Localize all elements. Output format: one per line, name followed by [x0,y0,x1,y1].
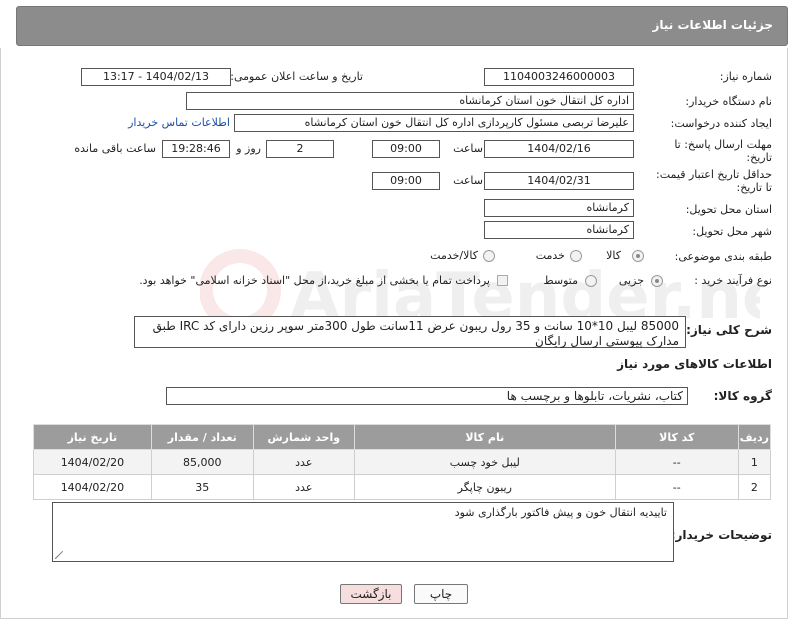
col-header-unit: واحد شمارش [252,424,355,450]
cell-row-number: 1 [737,449,772,475]
buyer-notes-label: توضیحات خریدار: [670,528,772,542]
category-radio-both[interactable] [483,250,495,262]
days-remaining-field: 2 [266,140,334,158]
cell-unit: عدد [252,449,355,475]
table-row: 2 -- ریبون چاپگر عدد 35 1404/02/20 [33,474,772,500]
col-header-goods-name: نام کالا [353,424,616,450]
cell-row-number: 2 [737,474,772,500]
validity-time-label: ساعت [453,174,483,187]
days-label: روز و [236,142,261,155]
purchase-type-label: نوع فرآیند خرید : [694,274,772,287]
validity-date-field: 1404/02/31 [484,172,634,190]
need-number-label: شماره نیاز: [719,70,772,83]
panel-header: جزئیات اطلاعات نیاز [16,6,788,46]
cell-need-date: 1404/02/20 [33,474,152,500]
buyer-notes-text: تاییدیه انتقال خون و پیش فاکتور بارگذاری… [454,506,667,519]
resize-grip-icon[interactable] [55,551,63,559]
general-desc-text: 85000 لیبل 10*10 سانت و 35 رول ریبون عرض… [152,319,679,348]
cell-goods-code: -- [614,474,739,500]
category-option-both: کالا/خدمت [430,249,478,262]
cell-quantity: 85,000 [150,449,254,475]
goods-table: ردیف کد کالا نام کالا واحد شمارش تعداد /… [33,424,772,500]
province-label: استان محل تحویل: [685,203,772,216]
col-header-need-date: تاریخ نیاز [33,424,152,450]
goods-group-label: گروه کالا: [713,389,772,403]
print-button[interactable]: چاپ [414,584,468,604]
purchase-option-minor: جزیی [618,274,644,287]
remaining-time-label: ساعت باقی مانده [74,142,156,155]
deadline-time-field: 09:00 [372,140,440,158]
category-radio-service[interactable] [570,250,582,262]
announce-datetime-label: تاریخ و ساعت اعلان عمومی: [230,70,363,83]
requester-label: ایجاد کننده درخواست: [670,117,772,130]
general-desc-label: شرح کلی نیاز: [686,323,772,337]
purchase-radio-medium[interactable] [585,275,597,287]
validity-label-2: تا تاریخ: [736,181,772,194]
deadline-label-1: مهلت ارسال پاسخ: تا [674,138,772,151]
purchase-radio-minor[interactable] [651,275,663,287]
city-label: شهر محل تحویل: [692,225,772,238]
buyer-org-label: نام دستگاه خریدار: [685,95,772,108]
goods-info-title: اطلاعات کالاهای مورد نیاز [617,357,772,371]
buyer-notes-box: تاییدیه انتقال خون و پیش فاکتور بارگذاری… [52,502,674,562]
treasury-payment-note: پرداخت تمام یا بخشی از مبلغ خرید،از محل … [139,274,490,287]
general-desc-box: 85000 لیبل 10*10 سانت و 35 رول ریبون عرض… [134,316,686,348]
cell-goods-name: لیبل خود چسب [353,449,616,475]
cell-unit: عدد [252,474,355,500]
cell-quantity: 35 [150,474,254,500]
col-header-quantity: تعداد / مقدار [150,424,254,450]
province-field: کرمانشاه [484,199,634,217]
cell-goods-code: -- [614,449,739,475]
table-row: 1 -- لیبل خود چسب عدد 85,000 1404/02/20 [33,449,772,475]
category-option-goods: کالا [606,249,621,262]
buyer-org-field: اداره کل انتقال خون استان کرمانشاه [186,92,634,110]
announce-datetime-field: 1404/02/13 - 13:17 [81,68,231,86]
category-radio-goods[interactable] [632,250,644,262]
cell-goods-name: ریبون چاپگر [353,474,616,500]
treasury-payment-checkbox[interactable] [497,275,508,286]
validity-label-1: حداقل تاریخ اعتبار قیمت: [656,168,772,181]
buyer-contact-link[interactable]: اطلاعات تماس خریدار [128,116,230,129]
deadline-date-field: 1404/02/16 [484,140,634,158]
category-option-service: خدمت [535,249,565,262]
deadline-label-2: تاریخ: [746,151,772,164]
table-header-row: ردیف کد کالا نام کالا واحد شمارش تعداد /… [33,424,772,450]
need-number-field: 1104003246000003 [484,68,634,86]
city-field: کرمانشاه [484,221,634,239]
cell-need-date: 1404/02/20 [33,449,152,475]
category-label: طبقه بندی موضوعی: [674,250,772,263]
col-header-goods-code: کد کالا [614,424,739,450]
purchase-option-medium: متوسط [543,274,578,287]
back-button[interactable]: بازگشت [340,584,402,604]
requester-field: علیرضا تربصی مسئول کارپردازی اداره کل ان… [234,114,634,132]
remaining-time-field: 19:28:46 [162,140,230,158]
deadline-time-label: ساعت [453,142,483,155]
validity-time-field: 09:00 [372,172,440,190]
goods-group-field: کتاب، نشریات، تابلوها و برچسب ها [166,387,688,405]
col-header-row-number: ردیف [737,424,772,450]
panel-title: جزئیات اطلاعات نیاز [652,18,773,32]
